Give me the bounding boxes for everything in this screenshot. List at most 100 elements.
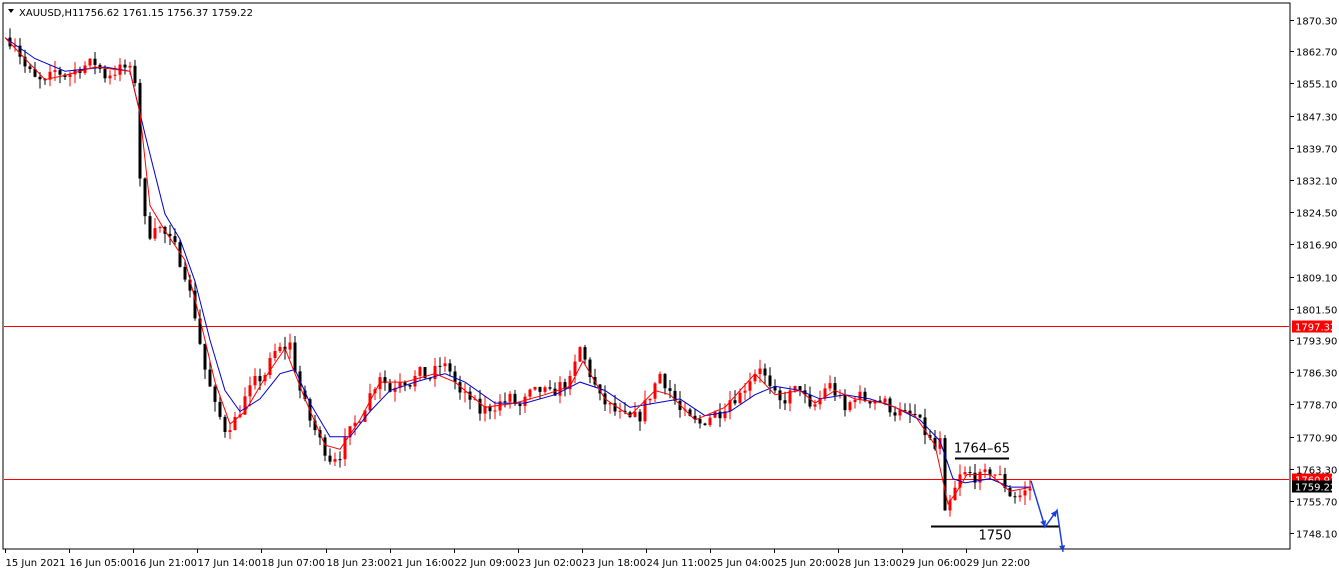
candle-bull	[743, 390, 747, 393]
candle-bull	[853, 399, 857, 403]
symbol-label: XAUUSD,H1	[19, 8, 78, 19]
candle-bear	[258, 375, 262, 382]
candle-bear	[863, 391, 867, 401]
candle-bear	[478, 398, 482, 414]
y-tick-label: 1793.90	[1296, 337, 1337, 348]
y-tick-label: 1778.70	[1296, 401, 1337, 412]
candle-bear	[293, 342, 297, 372]
ohlc-values: 1756.62 1761.15 1756.37 1759.22	[78, 8, 253, 19]
x-tick-label: 15 Jun 2021	[6, 558, 66, 569]
price-chart[interactable]: 1764–651750 1797.321760.931870.301862.70…	[0, 0, 1339, 575]
candle-bull	[858, 391, 862, 400]
candle-bull	[88, 58, 92, 66]
candle-bull	[813, 404, 817, 407]
candle-bull	[658, 373, 662, 384]
candle-bull	[633, 411, 637, 417]
x-tick-label: 29 Jun 06:00	[903, 558, 967, 569]
candle-bull	[68, 74, 72, 77]
y-tick-label: 1809.10	[1296, 274, 1337, 285]
candle-bull	[618, 410, 622, 412]
candle-bear	[538, 386, 542, 392]
chart-canvas[interactable]: 1764–651750 1797.321760.931870.301862.70…	[0, 0, 1339, 575]
x-tick-label: 16 Jun 05:00	[70, 558, 134, 569]
candle-bull	[528, 389, 532, 397]
candle-bull	[288, 342, 292, 350]
y-tick-label: 1786.30	[1296, 369, 1337, 380]
candle-bear	[133, 65, 137, 83]
candle-bear	[893, 412, 897, 416]
y-tick-label: 1748.10	[1296, 530, 1337, 541]
candle-bear	[173, 236, 177, 243]
candle-bear	[1008, 488, 1012, 497]
candle-bull	[578, 347, 582, 362]
candle-bull	[983, 469, 987, 472]
candle-bear	[143, 178, 147, 217]
candle-bull	[108, 75, 112, 79]
y-tick-label: 1847.30	[1296, 113, 1337, 124]
y-tick-label: 1755.70	[1296, 498, 1337, 509]
x-tick-label: 21 Jun 16:00	[391, 558, 455, 569]
chart-header: XAUUSD,H1 1756.62 1761.15 1756.37 1759.2…	[8, 8, 253, 19]
y-tick-label: 1870.30	[1296, 17, 1337, 28]
x-tick-label: 29 Jun 22:00	[967, 558, 1031, 569]
candle-bull	[883, 398, 887, 403]
x-tick-label: 16 Jun 21:00	[134, 558, 198, 569]
candle-bear	[213, 386, 217, 402]
candle-bear	[123, 64, 127, 68]
candle-bull	[1028, 488, 1032, 491]
candle-bull	[508, 393, 512, 402]
y-tick-label: 1816.90	[1296, 241, 1337, 252]
plot-frame	[2, 2, 1291, 550]
candle-bull	[828, 383, 832, 389]
x-tick-label: 28 Jun 13:00	[839, 558, 903, 569]
candle-bear	[583, 347, 587, 360]
candle-bull	[413, 375, 417, 387]
candle-bear	[518, 403, 522, 407]
candle-bull	[278, 346, 282, 352]
candle-bull	[53, 70, 57, 72]
candle-bull	[993, 474, 997, 476]
candle-bull	[443, 363, 447, 367]
candle-bull	[738, 392, 742, 404]
candle-bull	[963, 472, 967, 475]
y-tick-label: 1801.50	[1296, 306, 1337, 317]
candle-bear	[808, 394, 812, 407]
candle-bull	[418, 367, 422, 376]
x-tick-label: 25 Jun 04:00	[711, 558, 775, 569]
x-tick-label: 23 Jun 18:00	[583, 558, 647, 569]
y-tick-label: 1839.70	[1296, 145, 1337, 156]
candle-bear	[833, 383, 837, 396]
current-price-label: 1759.22	[1295, 483, 1336, 494]
candle-bear	[453, 371, 457, 383]
candle-bull	[648, 398, 652, 401]
candle-bull	[748, 381, 752, 391]
candle-bull	[848, 402, 852, 411]
candle-bear	[448, 363, 452, 372]
candle-bull	[708, 417, 712, 425]
candle-bear	[943, 438, 947, 511]
candle-bear	[58, 70, 62, 75]
candle-bull	[253, 375, 257, 386]
candle-bear	[778, 390, 782, 401]
candle-bull	[228, 430, 232, 433]
x-tick-label: 18 Jun 07:00	[262, 558, 326, 569]
candle-bear	[668, 388, 672, 391]
candle-bull	[153, 228, 157, 239]
candle-bull	[273, 351, 277, 358]
time-axis[interactable]: 15 Jun 2021 16 Jun 05:00 16 Jun 21:00 17 Ju…	[5, 549, 1031, 569]
candle-bull	[248, 385, 252, 397]
candle-bull	[128, 65, 132, 68]
price-axis[interactable]: 1797.321760.931870.301862.701855.101847.…	[1290, 17, 1337, 541]
y-tick-label: 1763.30	[1296, 466, 1337, 477]
candle-bear	[93, 58, 97, 65]
candle-bear	[183, 266, 187, 280]
candle-bull	[543, 387, 547, 392]
candle-bull	[113, 74, 117, 76]
candle-bear	[798, 386, 802, 391]
candle-bull	[158, 226, 162, 229]
candle-bull	[898, 410, 902, 416]
candle-bear	[763, 368, 767, 376]
candle-bear	[28, 66, 32, 70]
candle-bull	[533, 386, 537, 390]
candle-bull	[758, 368, 762, 375]
